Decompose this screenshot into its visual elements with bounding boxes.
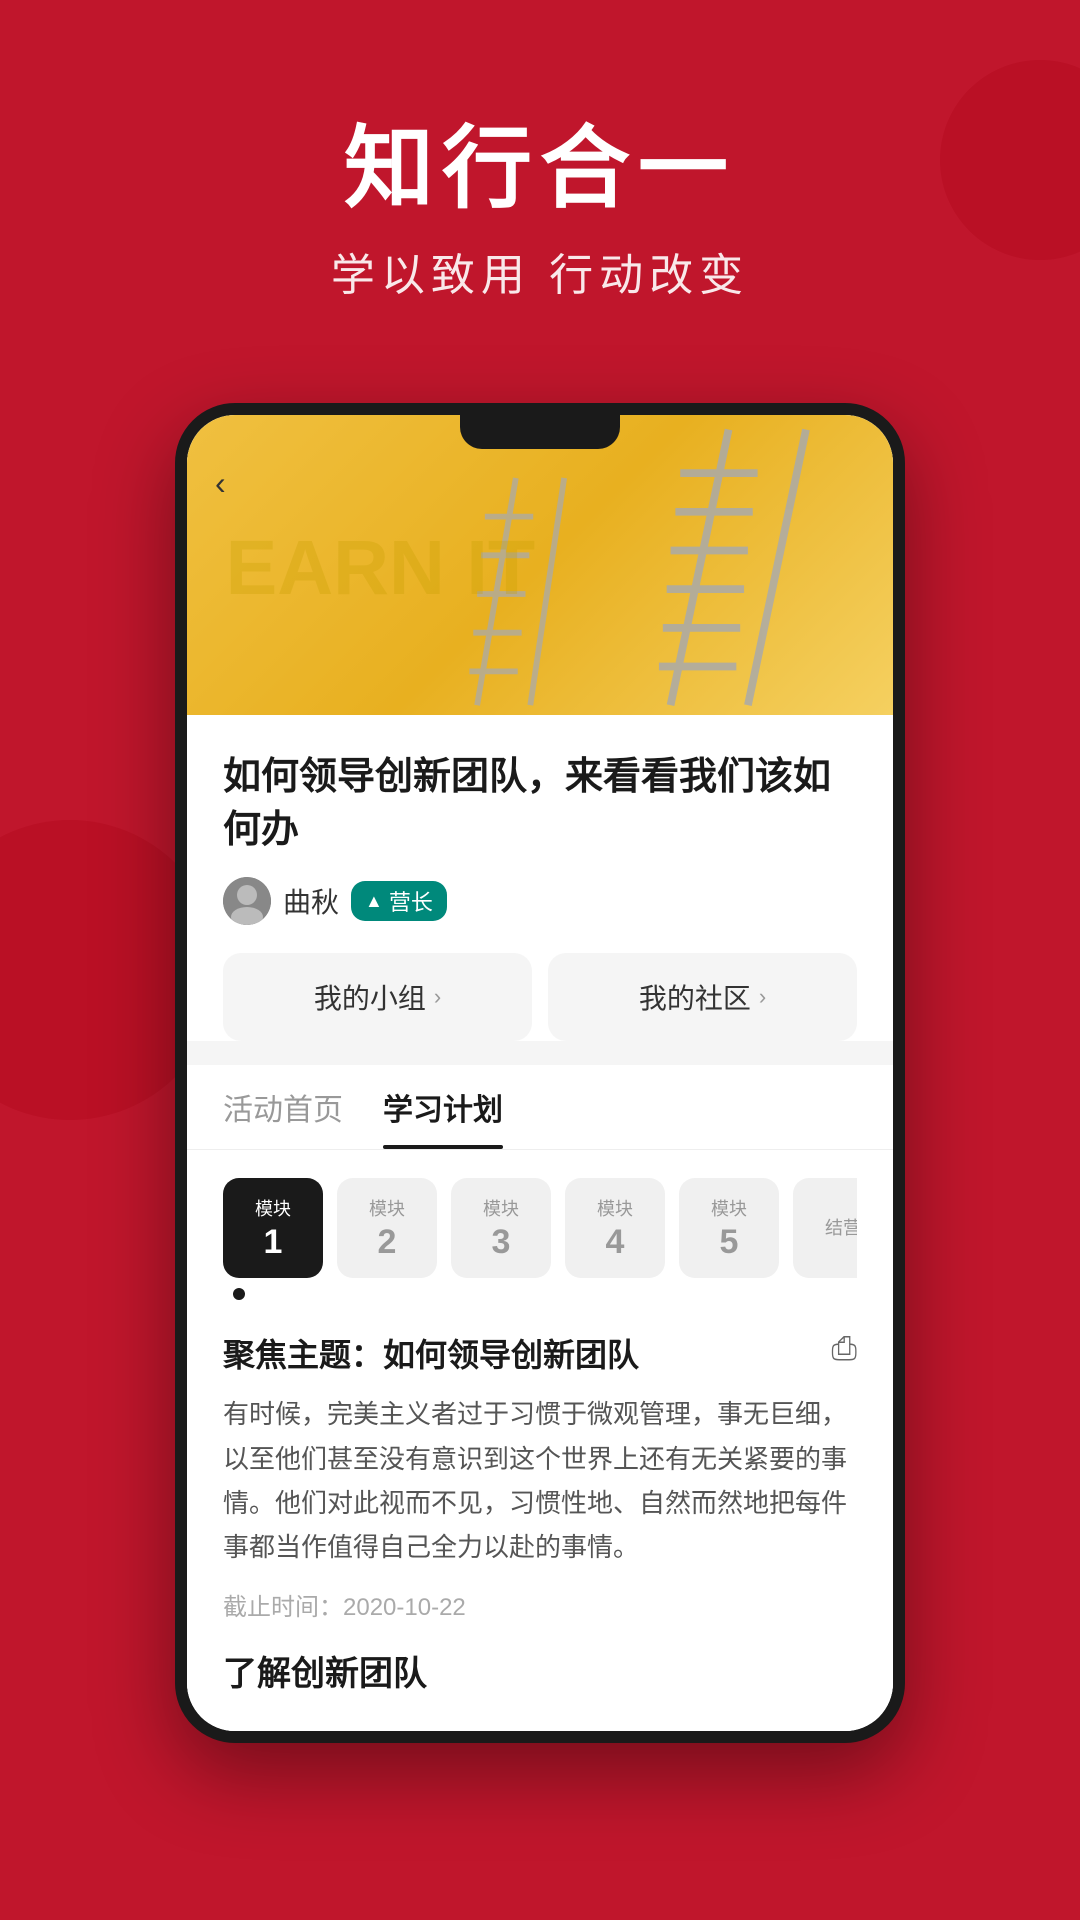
author-row: 曲秋 ▲ 营长 [223,877,857,925]
author-name: 曲秋 [283,881,339,921]
share-icon[interactable]: ⎙ [831,1330,857,1368]
module-card-4[interactable]: 模块 4 [565,1178,665,1278]
author-avatar [223,877,271,925]
tab-activity-home[interactable]: 活动首页 [223,1065,343,1149]
module-card-2[interactable]: 模块 2 [337,1178,437,1278]
module-card-1[interactable]: 模块 1 [223,1178,323,1278]
chevron-right-icon-2: › [759,984,766,1010]
chevron-right-icon: › [434,984,441,1010]
author-badge: ▲ 营长 [351,881,447,921]
module-label-3: 模块 [483,1195,519,1221]
tab-study-plan[interactable]: 学习计划 [383,1065,503,1149]
module-number-3: 3 [492,1223,511,1262]
module-label-2: 模块 [369,1195,405,1221]
content-section: 聚焦主题：如何领导创新团队 ⎙ 有时候，完美主义者过于习惯于微观管理，事无巨细，… [187,1310,893,1731]
module-number-2: 2 [378,1223,397,1262]
phone-screen: EARN IT ‹ 如何领导创新团队，来看看我们该如何办 曲秋 [187,415,893,1731]
module-card-end[interactable]: 结营 [793,1178,857,1278]
main-title: 知行合一 [40,120,1040,219]
module-label-5: 模块 [711,1195,747,1221]
active-module-dot [233,1288,245,1300]
content-deadline: 截止时间：2020-10-22 [223,1587,857,1622]
module-number-1: 1 [264,1223,283,1262]
module-label-1: 模块 [255,1195,291,1221]
tabs-row: 活动首页 学习计划 [187,1065,893,1150]
hero-image: EARN IT ‹ [187,415,893,715]
article-section: 如何领导创新团队，来看看我们该如何办 曲秋 ▲ 营长 [187,715,893,1041]
badge-text: 营长 [389,885,433,917]
module-label-end: 结营 [825,1214,857,1240]
content-header: 聚焦主题：如何领导创新团队 ⎙ [223,1330,857,1376]
article-title: 如何领导创新团队，来看看我们该如何办 [223,751,857,857]
module-card-3[interactable]: 模块 3 [451,1178,551,1278]
main-subtitle: 学以致用 行动改变 [40,239,1040,303]
badge-triangle-icon: ▲ [365,891,383,912]
modules-row: 模块 1 模块 2 模块 3 模块 4 [223,1178,857,1278]
phone-container: EARN IT ‹ 如何领导创新团队，来看看我们该如何办 曲秋 [0,403,1080,1743]
modules-indicator [233,1278,857,1310]
module-label-4: 模块 [597,1195,633,1221]
content-main-title: 聚焦主题：如何领导创新团队 [223,1330,639,1376]
module-number-5: 5 [720,1223,739,1262]
quick-nav: 我的小组 › 我的社区 › [223,953,857,1041]
my-group-label: 我的小组 [314,977,426,1017]
my-community-button[interactable]: 我的社区 › [548,953,857,1041]
back-button[interactable]: ‹ [215,465,226,502]
my-group-button[interactable]: 我的小组 › [223,953,532,1041]
content-body: 有时候，完美主义者过于习惯于微观管理，事无巨细，以至他们甚至没有意识到这个世界上… [223,1392,857,1569]
phone-notch [460,415,620,449]
hero-illustration: EARN IT [187,415,893,715]
module-card-5[interactable]: 模块 5 [679,1178,779,1278]
svg-text:EARN IT: EARN IT [226,525,535,611]
my-community-label: 我的社区 [639,977,751,1017]
phone-mockup: EARN IT ‹ 如何领导创新团队，来看看我们该如何办 曲秋 [175,403,905,1743]
module-number-4: 4 [606,1223,625,1262]
modules-section: 模块 1 模块 2 模块 3 模块 4 [187,1150,893,1310]
top-header: 知行合一 学以致用 行动改变 [0,0,1080,363]
sub-section-title: 了解创新团队 [223,1646,857,1695]
